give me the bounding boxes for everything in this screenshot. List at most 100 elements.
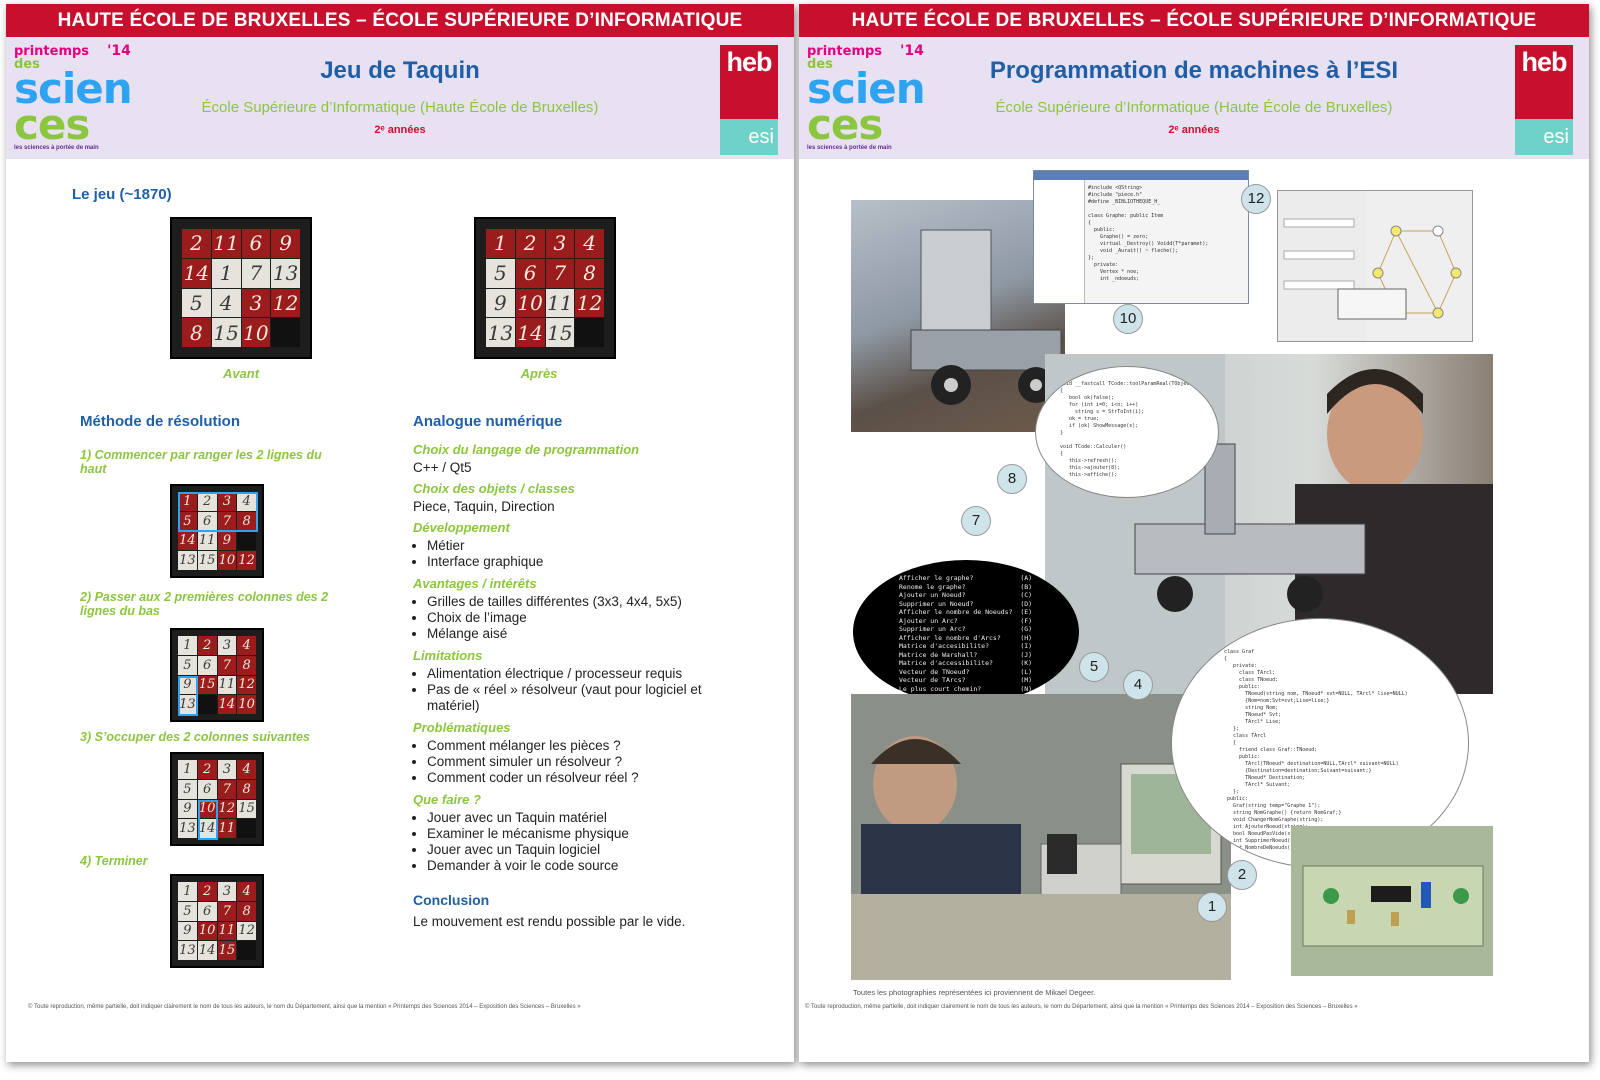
- puzzle-tile: 10: [197, 921, 217, 941]
- code-text: class Graf { private: class TArcl; class…: [1224, 649, 1408, 851]
- puzzle-tile: 12: [271, 288, 300, 318]
- puzzle-empty-cell: [197, 695, 217, 714]
- puzzle-tile: 10: [217, 551, 237, 570]
- puzzle-tile: 3: [217, 636, 237, 655]
- adv-heading: Avantages / intérêts: [413, 576, 537, 591]
- obj-heading: Choix des objets / classes: [413, 481, 575, 496]
- puzzle-tile: 3: [217, 882, 237, 901]
- conclusion-text: Le mouvement est rendu possible par le v…: [413, 914, 686, 929]
- list-item: Choix de l’image: [427, 610, 733, 626]
- heb-logo-top: heb: [1521, 47, 1567, 77]
- circuit-board-photo: [1291, 826, 1493, 976]
- menu-lines: Afficher le graphe? (A) Renome le graphe?…: [899, 574, 1032, 702]
- poster-year: 2ᵉ années: [374, 124, 426, 136]
- puzzle-step-4: 1 2 3 4 5 6 7 8 9 10 11 12 13 14 15: [170, 874, 264, 968]
- menu-line: Le plus court chemin? (N): [899, 684, 1033, 693]
- puzzle-tile: 9: [486, 288, 515, 318]
- puzzle-tile: 6: [515, 258, 545, 288]
- puzzle-tile: 2: [197, 760, 217, 779]
- puzzle-tile: 15: [217, 941, 237, 960]
- list-item: Comment coder un résolveur réel ?: [427, 770, 733, 786]
- lim-list: Alimentation électrique / processeur req…: [413, 666, 733, 714]
- graph-drawing: [1278, 191, 1462, 341]
- poster-header: printemps '14 des scien ces les sciences à…: [6, 37, 794, 159]
- puzzle-tile: 9: [178, 921, 197, 941]
- puzzle-step-3: 1 2 3 4 5 6 7 8 9 10 12 15 13 14 11: [170, 752, 264, 846]
- puzzle-tile: 10: [515, 288, 545, 318]
- puzzle-tile: 6: [197, 779, 217, 799]
- puzzle-tile: 13: [178, 819, 197, 838]
- list-item: Mélange aisé: [427, 626, 733, 642]
- puzzle-tile: 15: [211, 318, 241, 347]
- puzzle-empty-cell: [575, 318, 604, 347]
- list-item: Comment simuler un résolveur ?: [427, 754, 733, 770]
- marker-7: 7: [961, 506, 991, 536]
- menu-line: Afficher le graphe? (A): [899, 574, 1033, 582]
- puzzle-tile: 7: [545, 258, 575, 288]
- code-editor-screenshot: #include <QString> #include "piece.h" #d…: [1033, 170, 1249, 304]
- menu-line: Afficher le nombre d'Arcs? (H): [899, 633, 1033, 642]
- puzzle-tile: 5: [486, 258, 515, 288]
- caption-before: Avant: [222, 366, 260, 381]
- puzzle-tile: 6: [197, 901, 217, 921]
- puzzle-after: 1 2 3 4 5 6 7 8 9 10 11 12 13 14 15: [474, 217, 616, 359]
- logo-big2: ces: [807, 100, 883, 149]
- puzzle-tile: 4: [237, 760, 256, 779]
- puzzle-tile: 10: [241, 318, 271, 347]
- highlight-box: [198, 800, 218, 840]
- analog-section: Analogue numérique Choix du langage de p…: [413, 413, 733, 929]
- puzzle-tile: 3: [241, 288, 271, 318]
- puzzle-tile: 1: [211, 258, 241, 288]
- highlight-box: [178, 492, 258, 532]
- puzzle-tile: 12: [237, 921, 256, 941]
- puzzle-before: 2 11 6 9 14 1 7 13 5 4 3 12 8 15 10: [170, 217, 312, 359]
- puzzle-tile: 15: [197, 675, 217, 695]
- marker-12: 12: [1241, 184, 1271, 214]
- conclusion-heading: Conclusion: [413, 892, 490, 908]
- puzzle-tile: 14: [197, 941, 217, 960]
- puzzle-empty-cell: [237, 819, 256, 838]
- puzzle-tile: 6: [197, 655, 217, 675]
- puzzle-tile: 4: [575, 229, 604, 258]
- puzzle-tile: 3: [217, 760, 237, 779]
- prob-heading: Problématiques: [413, 720, 511, 735]
- puzzle-tile: 13: [178, 551, 197, 570]
- poster-title: Programmation de machines à l’ESI: [989, 57, 1399, 84]
- puzzle-tile: 8: [237, 655, 256, 675]
- code-text: #include <QString> #include "piece.h" #d…: [1088, 185, 1209, 282]
- puzzle-tile: 8: [237, 901, 256, 921]
- logo-big2: ces: [14, 100, 90, 149]
- step-4: 4) Terminer: [80, 854, 148, 868]
- puzzle-tile: 7: [217, 655, 237, 675]
- logo-big: scien ces: [807, 68, 926, 146]
- obj-text: Piece, Taquin, Direction: [413, 499, 555, 514]
- analog-title: Analogue numérique: [413, 413, 563, 430]
- section-game-title: Le jeu (~1870): [72, 186, 172, 203]
- footer-note: © Toute reproduction, même partielle, do…: [28, 1004, 581, 1010]
- puzzle-tile: 12: [237, 675, 256, 695]
- heb-logo: heb esi: [720, 45, 778, 155]
- puzzle-tile: 7: [217, 779, 237, 799]
- puzzle-tile: 13: [178, 941, 197, 960]
- puzzle-empty-cell: [237, 531, 256, 551]
- circuit-illustration: [1291, 826, 1493, 976]
- heb-logo-bottom: esi: [720, 119, 778, 155]
- puzzle-tile: 2: [515, 229, 545, 258]
- menu-line: Matrice d'accessibilite? (K): [899, 659, 1033, 667]
- list-item: Grilles de tailles différentes (3x3, 4x4…: [427, 594, 733, 610]
- menu-line: Afficher le nombre de Noeuds? (E): [899, 608, 1033, 616]
- list-item: Interface graphique: [427, 554, 733, 570]
- marker-4: 4: [1123, 670, 1153, 700]
- step-2: 2) Passer aux 2 premières colonnes des 2…: [80, 590, 329, 618]
- logo-year: '14: [107, 43, 131, 59]
- window-titlebar: [1034, 171, 1248, 180]
- step-3: 3) S’occuper des 2 colonnes suivantes: [80, 730, 310, 744]
- code-bubble-8: void __fastcall TCode::toolParamReal(TOb…: [1035, 366, 1219, 498]
- puzzle-tile: 11: [211, 229, 241, 258]
- puzzle-tile: 1: [486, 229, 515, 258]
- list-item: Jouer avec un Taquin logiciel: [427, 842, 733, 858]
- puzzle-tile: 11: [197, 531, 217, 551]
- poster-jeu-de-taquin: HAUTE ÉCOLE DE BRUXELLES – ÉCOLE SUPÉRIE…: [6, 4, 794, 1062]
- menu-line: Matrice d'accesibilite? (I): [899, 642, 1033, 650]
- menu-line: Ajouter un Arc? (F): [899, 616, 1033, 625]
